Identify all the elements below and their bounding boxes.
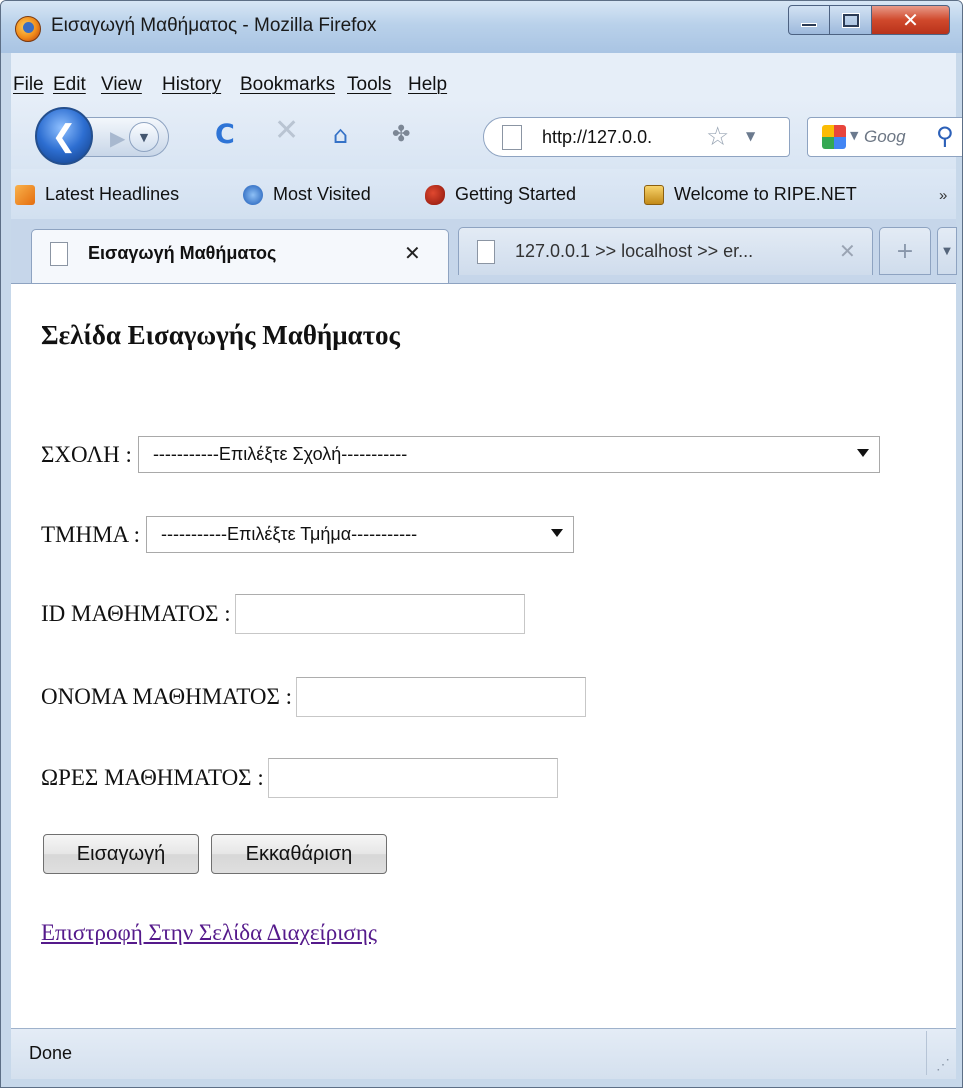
most-visited-icon	[243, 184, 263, 205]
menu-history[interactable]: History	[162, 74, 221, 96]
search-engine-dropdown-icon[interactable]: ▼	[850, 129, 858, 142]
course-name-label: ΟΝΟΜΑ ΜΑΘΗΜΑΤΟΣ :	[41, 684, 293, 709]
tab-close-icon[interactable]: ✕	[404, 241, 421, 266]
bookmark-ripe[interactable]: Welcome to RIPE.NET	[644, 184, 857, 205]
course-hours-label: ΩΡΕΣ ΜΑΘΗΜΑΤΟΣ :	[41, 765, 264, 790]
page-icon	[502, 125, 522, 150]
maximize-button[interactable]	[830, 5, 872, 35]
bookmark-label: Welcome to RIPE.NET	[674, 184, 857, 204]
bookmark-latest-headlines[interactable]: Latest Headlines	[15, 184, 179, 205]
bookmark-label: Latest Headlines	[45, 184, 180, 204]
clear-button[interactable]: Εκκαθάριση	[211, 834, 387, 874]
browser-window: Εισαγωγή Μαθήματος - Mozilla Firefox ✕ F…	[0, 0, 963, 1088]
window-controls: ✕	[788, 5, 950, 35]
page-content: Σελίδα Εισαγωγής Μαθήματος ΣΧΟΛΗ : -----…	[11, 283, 956, 1028]
tab-label: 127.0.0.1 >> localhost >> er...	[515, 241, 754, 261]
tab-label: Εισαγωγή Μαθήματος	[88, 243, 277, 263]
tab-course-insert[interactable]: Εισαγωγή Μαθήματος ✕	[31, 229, 449, 285]
menu-help[interactable]: Help	[408, 74, 447, 96]
chevron-down-icon	[551, 529, 564, 537]
history-dropdown-button[interactable]: ▼	[129, 122, 159, 152]
department-select[interactable]: -----------Επιλέξτε Τμήμα-----------	[146, 516, 575, 553]
firefox-logo-icon	[15, 16, 41, 42]
course-hours-input[interactable]	[267, 758, 558, 798]
chevron-down-icon: ▼	[943, 245, 951, 257]
search-engine-icon[interactable]	[822, 125, 846, 149]
status-text: Done	[29, 1043, 73, 1063]
maximize-icon	[842, 13, 859, 27]
bookmark-getting-started[interactable]: Getting Started	[425, 184, 576, 205]
tab-phpmyadmin[interactable]: 127.0.0.1 >> localhost >> er... ✕	[458, 227, 873, 275]
menu-view[interactable]: View	[101, 74, 142, 96]
department-label: ΤΜΗΜΑ :	[41, 521, 141, 547]
back-to-admin-link[interactable]: Επιστροφή Στην Σελίδα Διαχείρισης	[41, 920, 377, 946]
chevron-down-icon: ▼	[139, 130, 149, 144]
minimize-button[interactable]	[788, 5, 830, 35]
menu-bookmarks[interactable]: Bookmarks	[240, 74, 335, 96]
status-bar: Done	[11, 1028, 956, 1079]
close-icon: ✕	[902, 8, 919, 32]
navigation-toolbar: ▶ ▼ ❮ C ✕ ⌂ ✤ http://127.0.0. ☆ ▼ ▼ Goog…	[11, 97, 962, 169]
bookmarks-toolbar: Latest Headlines Most Visited Getting St…	[11, 169, 956, 219]
course-hours-row: ΩΡΕΣ ΜΑΘΗΜΑΤΟΣ :	[41, 758, 558, 798]
chevron-down-icon	[856, 449, 869, 457]
search-bar[interactable]: ▼ Goog ⚲	[807, 117, 962, 157]
minimize-icon	[801, 23, 817, 27]
bookmark-star-icon[interactable]: ☆	[706, 122, 729, 152]
addon-icon[interactable]: ✤	[392, 123, 410, 147]
school-select[interactable]: -----------Επιλέξτε Σχολή-----------	[137, 436, 880, 473]
url-bar[interactable]: http://127.0.0. ☆ ▼	[483, 117, 790, 157]
url-text[interactable]: http://127.0.0.	[542, 127, 652, 148]
insert-button[interactable]: Εισαγωγή	[43, 834, 199, 874]
home-icon[interactable]: ⌂	[333, 123, 348, 147]
tab-strip: Εισαγωγή Μαθήματος ✕ 127.0.0.1 >> localh…	[11, 219, 957, 285]
tab-close-icon[interactable]: ✕	[839, 239, 856, 264]
plus-icon: +	[895, 238, 915, 264]
reload-icon[interactable]: C	[215, 121, 235, 148]
school-row: ΣΧΟΛΗ : -----------Επιλέξτε Σχολή-------…	[41, 436, 880, 473]
course-name-input[interactable]	[296, 677, 587, 717]
department-selected-value: -----------Επιλέξτε Τμήμα-----------	[161, 524, 418, 544]
resize-grip[interactable]	[926, 1031, 954, 1075]
department-row: ΤΜΗΜΑ : -----------Επιλέξτε Τμήμα-------…	[41, 516, 575, 553]
course-id-row: ID ΜΑΘΗΜΑΤΟΣ :	[41, 594, 525, 634]
menu-tools[interactable]: Tools	[347, 74, 391, 96]
course-name-row: ΟΝΟΜΑ ΜΑΘΗΜΑΤΟΣ :	[41, 677, 587, 717]
window-title: Εισαγωγή Μαθήματος - Mozilla Firefox	[51, 15, 377, 36]
getting-started-icon	[425, 184, 445, 205]
school-label: ΣΧΟΛΗ :	[41, 441, 132, 467]
menu-file[interactable]: File	[13, 74, 44, 96]
tab-list-button[interactable]: ▼	[937, 227, 957, 275]
url-dropdown-icon[interactable]: ▼	[746, 129, 755, 143]
bookmark-label: Most Visited	[273, 184, 371, 204]
bookmarks-overflow-button[interactable]: »	[939, 187, 947, 204]
search-input[interactable]: Goog	[864, 127, 906, 147]
page-title: Σελίδα Εισαγωγής Μαθήματος	[41, 320, 400, 350]
page-icon	[50, 242, 68, 266]
bookmark-most-visited[interactable]: Most Visited	[243, 184, 371, 205]
course-id-label: ID ΜΑΘΗΜΑΤΟΣ :	[41, 601, 231, 626]
course-id-input[interactable]	[234, 594, 525, 634]
close-window-button[interactable]: ✕	[872, 5, 950, 35]
menu-edit[interactable]: Edit	[53, 74, 86, 96]
menu-bar: File Edit View History Bookmarks Tools H…	[11, 53, 956, 97]
bookmark-label: Getting Started	[455, 184, 577, 204]
title-bar: Εισαγωγή Μαθήματος - Mozilla Firefox ✕	[1, 1, 962, 53]
rss-icon	[15, 184, 35, 205]
new-tab-button[interactable]: +	[879, 227, 931, 275]
ripe-icon	[644, 184, 664, 205]
stop-icon[interactable]: ✕	[274, 116, 299, 146]
page-icon	[477, 240, 495, 264]
back-arrow-icon: ❮	[51, 118, 77, 154]
search-icon[interactable]: ⚲	[936, 122, 954, 150]
back-button[interactable]: ❮	[35, 107, 93, 165]
forward-arrow-icon: ▶	[110, 126, 126, 150]
school-selected-value: -----------Επιλέξτε Σχολή-----------	[152, 444, 408, 464]
